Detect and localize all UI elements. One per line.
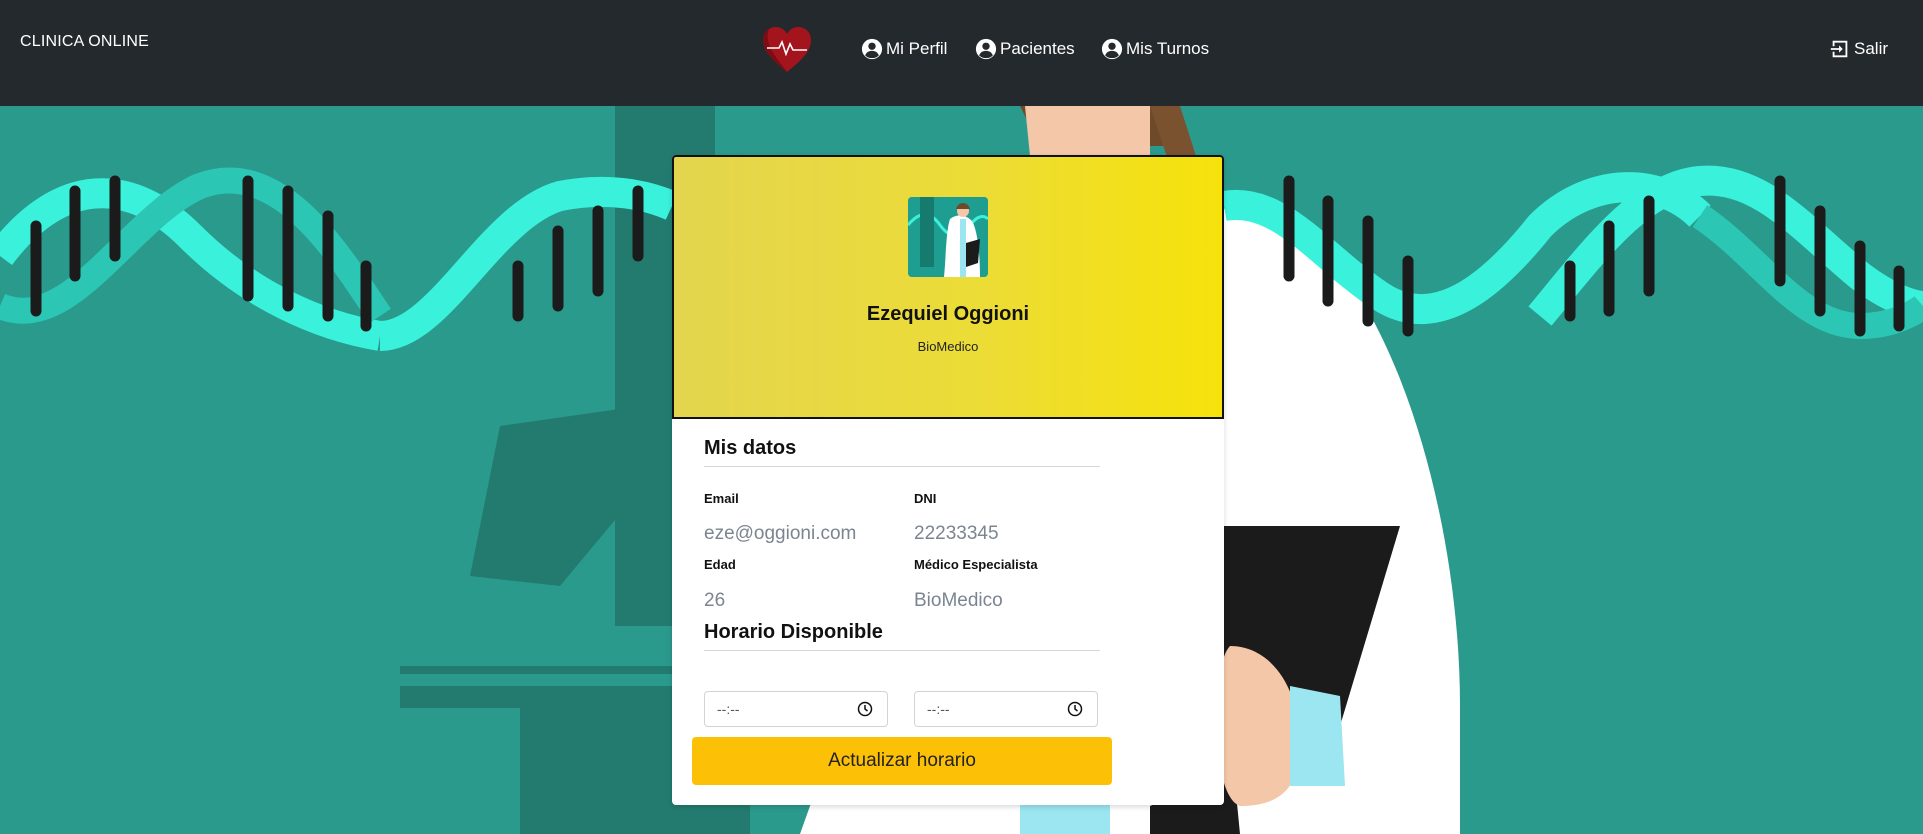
dni-label: DNI bbox=[914, 491, 937, 506]
profile-name: Ezequiel Oggioni bbox=[866, 303, 1030, 325]
heart-pulse-icon[interactable] bbox=[762, 26, 812, 74]
nav-mi-perfil[interactable]: Mi Perfil bbox=[861, 38, 947, 60]
mis-datos-title: Mis datos bbox=[704, 437, 797, 459]
nav-pacientes-label: Pacientes bbox=[1000, 39, 1075, 58]
profile-role: BioMedico bbox=[917, 339, 979, 354]
clock-icon[interactable] bbox=[1067, 701, 1083, 717]
edad-value: 26 bbox=[704, 590, 726, 611]
edad-label: Edad bbox=[704, 557, 736, 572]
nav-mi-perfil-label: Mi Perfil bbox=[886, 39, 948, 58]
nav-pacientes[interactable]: Pacientes bbox=[975, 38, 1075, 60]
brand-title[interactable]: CLINICA ONLINE bbox=[20, 33, 149, 51]
user-circle-icon bbox=[1101, 38, 1123, 60]
user-circle-icon bbox=[861, 38, 883, 60]
user-circle-icon bbox=[975, 38, 997, 60]
logout-button[interactable]: Salir bbox=[1829, 38, 1888, 60]
email-label: Email bbox=[704, 491, 739, 506]
clock-icon[interactable] bbox=[857, 701, 873, 717]
section-divider bbox=[704, 650, 1100, 651]
doctor-avatar-image bbox=[908, 197, 988, 277]
horario-title: Horario Disponible bbox=[704, 621, 883, 643]
section-divider bbox=[704, 466, 1100, 467]
nav-mis-turnos[interactable]: Mis Turnos bbox=[1101, 38, 1209, 60]
horario-end-input[interactable]: --:-- bbox=[914, 691, 1098, 727]
profile-header: Ezequiel Oggioni BioMedico bbox=[672, 155, 1224, 419]
logout-icon bbox=[1830, 40, 1848, 58]
dni-value: 22233345 bbox=[914, 523, 999, 544]
nav-mis-turnos-label: Mis Turnos bbox=[1126, 39, 1210, 58]
doctor-avatar bbox=[908, 197, 988, 277]
especialidad-value: BioMedico bbox=[914, 590, 1003, 611]
top-navbar: CLINICA ONLINE Mi Perfil Pacientes Mis T… bbox=[0, 0, 1923, 106]
horario-start-input[interactable]: --:-- bbox=[704, 691, 888, 727]
horario-start-placeholder: --:-- bbox=[717, 701, 740, 717]
horario-end-placeholder: --:-- bbox=[927, 701, 950, 717]
email-value: eze@oggioni.com bbox=[704, 523, 857, 544]
logout-label: Salir bbox=[1854, 39, 1889, 58]
especialidad-label: Médico Especialista bbox=[914, 557, 1038, 572]
profile-card: Ezequiel Oggioni BioMedico Mis datos Ema… bbox=[672, 155, 1224, 805]
actualizar-horario-button[interactable]: Actualizar horario bbox=[692, 737, 1112, 785]
